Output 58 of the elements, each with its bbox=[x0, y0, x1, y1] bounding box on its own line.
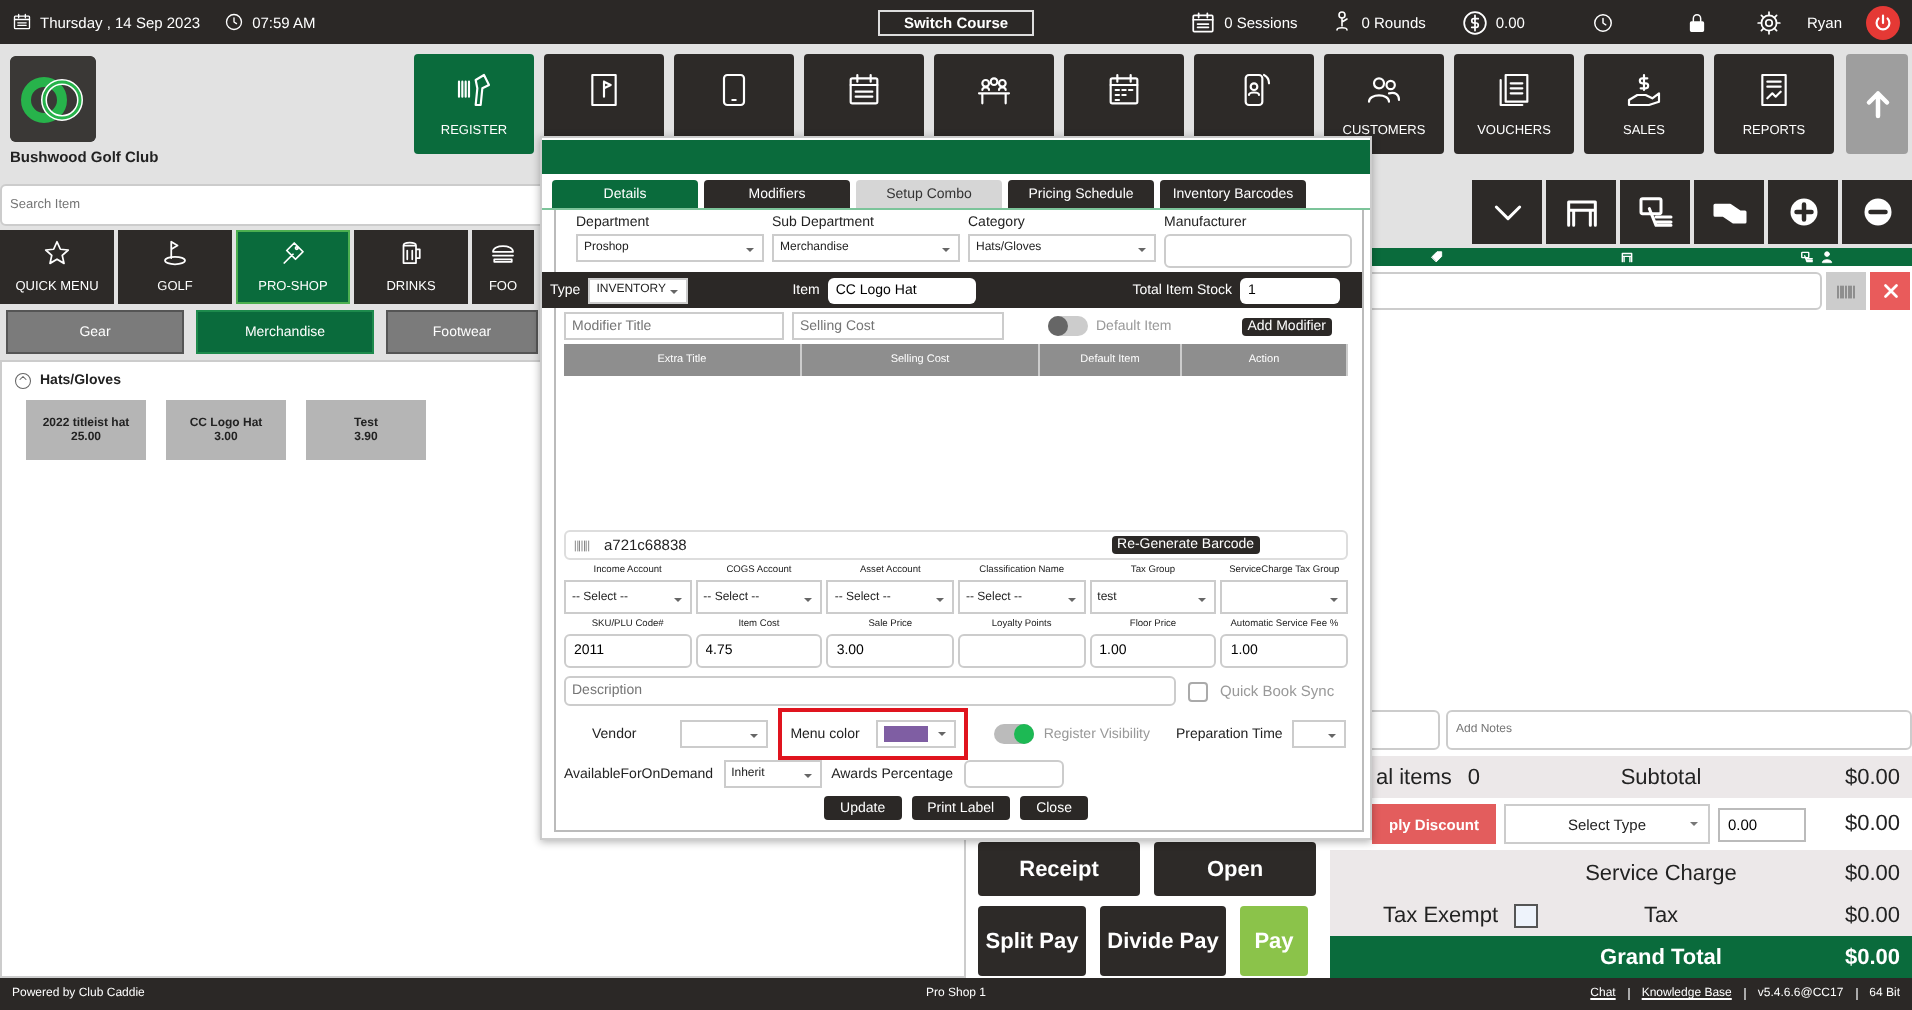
toolbar-button[interactable] bbox=[1842, 180, 1912, 244]
checklist-icon bbox=[844, 70, 884, 110]
grand-total-amount: $0.00 bbox=[1842, 945, 1902, 969]
toolbar-button[interactable] bbox=[1768, 180, 1838, 244]
tax-exempt-checkbox[interactable] bbox=[1514, 904, 1538, 928]
toolbar-button[interactable] bbox=[1694, 180, 1764, 244]
items-count: 0 bbox=[1467, 765, 1481, 789]
power-icon bbox=[1872, 11, 1894, 33]
clock-icon bbox=[224, 12, 245, 32]
toolbar-button[interactable] bbox=[1620, 180, 1690, 244]
calendar-icon bbox=[12, 12, 32, 32]
clear-button[interactable] bbox=[1870, 272, 1910, 310]
power-button[interactable] bbox=[1866, 5, 1900, 39]
select-field[interactable] bbox=[1220, 580, 1348, 614]
plus-icon bbox=[1785, 194, 1821, 230]
golf-club-icon bbox=[278, 238, 308, 268]
barcode-scanner-icon bbox=[454, 70, 494, 110]
card-icon bbox=[1800, 250, 1814, 264]
checkbox[interactable] bbox=[1188, 681, 1208, 701]
subtotal-amount: $0.00 bbox=[1842, 765, 1902, 789]
action-button[interactable]: Split Pay bbox=[978, 906, 1086, 976]
calendar-icon bbox=[1190, 9, 1217, 35]
action-button[interactable]: Open bbox=[1154, 842, 1316, 896]
toolbar-button[interactable] bbox=[1472, 180, 1542, 244]
service-charge-amount: $0.00 bbox=[1842, 861, 1902, 885]
star-icon bbox=[42, 238, 72, 268]
tax-label: Tax bbox=[1641, 904, 1681, 928]
lock-icon bbox=[1686, 11, 1709, 33]
toggle-switch[interactable] bbox=[1048, 316, 1088, 336]
toggle-switch[interactable] bbox=[993, 724, 1034, 744]
golf-flag-icon bbox=[160, 238, 190, 268]
club-logo bbox=[10, 56, 96, 142]
items-label: al items bbox=[1376, 765, 1452, 789]
settings-icon bbox=[1756, 9, 1783, 35]
action-button[interactable]: Divide Pay bbox=[1100, 906, 1226, 976]
service-charge-label: Service Charge bbox=[1583, 861, 1739, 885]
tax-exempt-label: Tax Exempt bbox=[1383, 904, 1498, 928]
discount-amount: $0.00 bbox=[1842, 812, 1902, 836]
document-icon bbox=[1494, 70, 1534, 110]
close-icon bbox=[1879, 280, 1901, 302]
collapse-icon bbox=[14, 372, 32, 390]
calendar-icon bbox=[1104, 70, 1144, 110]
tax-amount: $0.00 bbox=[1842, 904, 1902, 928]
barcode-icon bbox=[572, 535, 592, 555]
awards-field[interactable] bbox=[963, 760, 1064, 788]
seat-icon bbox=[1620, 250, 1634, 264]
text-field[interactable] bbox=[1164, 234, 1352, 268]
clock-icon bbox=[1592, 11, 1615, 33]
color-select[interactable] bbox=[875, 720, 956, 748]
dollar-icon bbox=[1461, 9, 1488, 35]
money-hand-icon bbox=[1624, 70, 1664, 110]
hand-card-icon bbox=[1635, 192, 1675, 232]
grand-total-label: Grand Total bbox=[1598, 945, 1724, 969]
minus-icon bbox=[1859, 194, 1895, 230]
toolbar-button[interactable] bbox=[1546, 180, 1616, 244]
action-button[interactable]: Receipt bbox=[978, 842, 1140, 896]
text-field[interactable] bbox=[958, 634, 1086, 668]
subtotal-label: Subtotal bbox=[1618, 765, 1704, 789]
